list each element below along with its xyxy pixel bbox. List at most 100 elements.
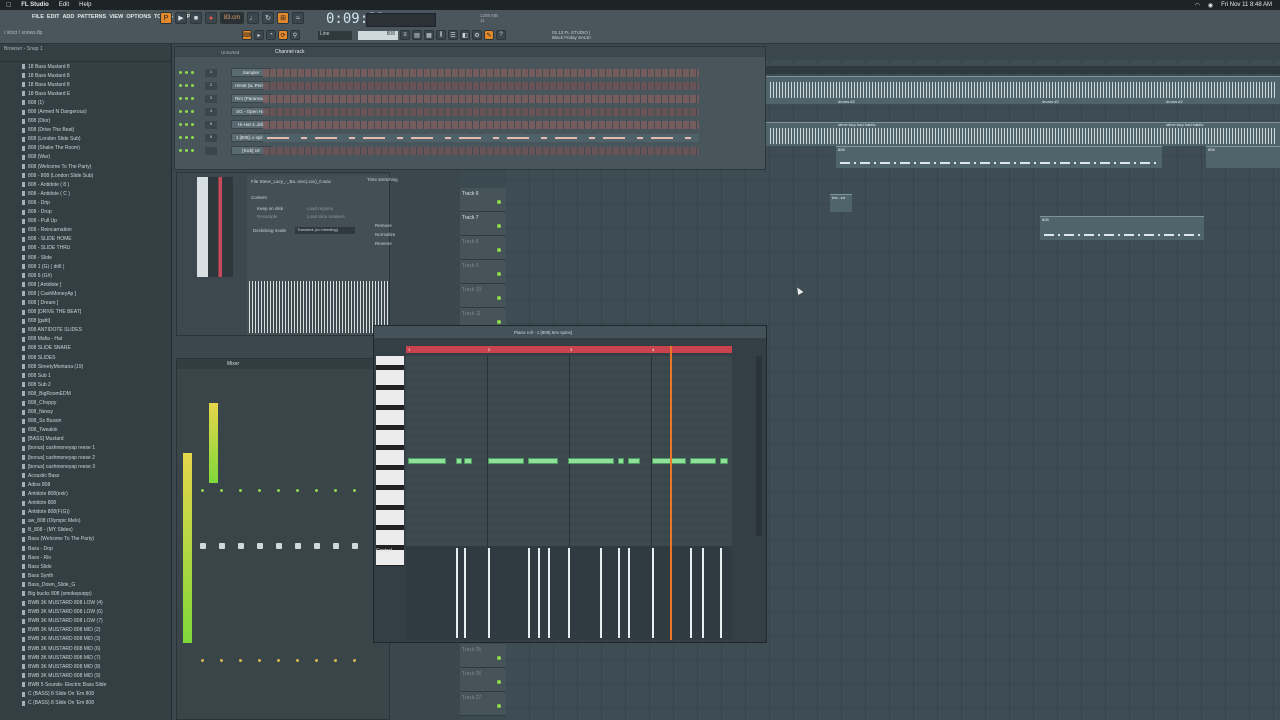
pattern-song-toggle[interactable]: P: [160, 12, 172, 24]
sampler-option-reverse[interactable]: Reverse: [375, 241, 392, 246]
browser-item[interactable]: 808 - SLIDE HOME: [22, 235, 171, 244]
browser-item[interactable]: [bonus] cashmoneyap reese 1: [22, 444, 171, 453]
mixer-track-led[interactable]: [353, 489, 356, 492]
browser-item[interactable]: 808_Tweakin: [22, 426, 171, 435]
piano-roll-note[interactable]: [528, 458, 558, 464]
mixer-fader[interactable]: [219, 543, 225, 549]
mixer-icon[interactable]: ⫼: [436, 30, 446, 40]
browser-item[interactable]: 808_Choppy: [22, 398, 171, 407]
channel-mixer-track[interactable]: 2: [205, 81, 217, 90]
track-label-7[interactable]: Track 7: [460, 212, 506, 236]
mixer-send-led[interactable]: [220, 659, 223, 662]
browser-item[interactable]: 808 6 (G#): [22, 271, 171, 280]
playlist-ruler[interactable]: [766, 66, 1280, 74]
velocity-bar[interactable]: [702, 548, 704, 638]
channel-rack-titlebar[interactable]: Unsorted Channel rack: [175, 47, 765, 57]
browser-item[interactable]: BWB 3K MUSTARD 808 MID (7): [22, 653, 171, 662]
browser-item[interactable]: 808 (Welcome To The Party): [22, 162, 171, 171]
browser-item[interactable]: 808 - 808 (London Slide Sub): [22, 171, 171, 180]
browser-item[interactable]: aw_808 (Olympic Melo): [22, 517, 171, 526]
channel-rack-icon[interactable]: ▦: [424, 30, 434, 40]
mixer-send-led[interactable]: [239, 659, 242, 662]
browser-item[interactable]: Bass - Rio: [22, 553, 171, 562]
declicking-select[interactable]: Transient (no bleeding): [295, 227, 355, 234]
browser-item[interactable]: Acoustic Bass: [22, 471, 171, 480]
browser-item[interactable]: 808 (Armed N Dangerous): [22, 107, 171, 116]
pattern-selector[interactable]: 808: [358, 31, 398, 40]
browser-item[interactable]: 808_Nessy: [22, 408, 171, 417]
browser-item[interactable]: BWB 3K MUSTARD 808 MID (2): [22, 626, 171, 635]
clip-808[interactable]: [836, 146, 1162, 168]
channel-filter[interactable]: Unsorted: [221, 50, 239, 55]
browser-item[interactable]: 808 (1): [22, 98, 171, 107]
multilink-icon[interactable]: ⚲: [290, 30, 300, 40]
channel-steps[interactable]: [263, 82, 699, 90]
piano-roll-icon[interactable]: ▤: [412, 30, 422, 40]
browser-item[interactable]: Antidote 808(F(G)): [22, 508, 171, 517]
piano-roll-note[interactable]: [456, 458, 462, 464]
browser-item[interactable]: 808 (Drive The Beat): [22, 126, 171, 135]
channel-row[interactable]: 91 [808]..v spins: [179, 132, 271, 143]
loop-icon[interactable]: ↻: [262, 12, 274, 24]
mixer-fader[interactable]: [352, 543, 358, 549]
mixer-track-led[interactable]: [315, 489, 318, 492]
channel-mixer-track[interactable]: 3: [205, 94, 217, 103]
track-led[interactable]: [497, 680, 501, 684]
browser-item[interactable]: 18 Bass Mustard 8: [22, 62, 171, 71]
playlist-icon[interactable]: ≡: [400, 30, 410, 40]
velocity-bar[interactable]: [548, 548, 550, 638]
browser-item[interactable]: C (BASS) 8 Slide On 'Em 808: [22, 689, 171, 698]
browser-item[interactable]: 808_BigRoomEDM: [22, 389, 171, 398]
track-label-27[interactable]: Track 27: [460, 692, 506, 716]
mixer-track-led[interactable]: [239, 489, 242, 492]
browser-item[interactable]: 808 - Pull Up: [22, 217, 171, 226]
velocity-bar[interactable]: [652, 548, 654, 638]
track-led[interactable]: [497, 704, 501, 708]
piano-roll-note[interactable]: [628, 458, 640, 464]
channel-mixer-track[interactable]: [205, 146, 217, 155]
channel-steps[interactable]: [263, 69, 699, 77]
channel-leds[interactable]: [179, 110, 203, 113]
browser-item[interactable]: Big bucks 808 (smokepurpp): [22, 589, 171, 598]
mixer-fader[interactable]: [295, 543, 301, 549]
browser-item[interactable]: BWB 3K MUSTARD 808 MID (6): [22, 644, 171, 653]
play-icon[interactable]: ▶: [175, 12, 187, 24]
browser-item[interactable]: Bass_Down_Slide_G: [22, 580, 171, 589]
mixer-track-led[interactable]: [220, 489, 223, 492]
velocity-bar[interactable]: [568, 548, 570, 638]
browser-item[interactable]: C (BASS) 8 Slide On 'Em 808: [22, 699, 171, 708]
piano-roll-note[interactable]: [464, 458, 472, 464]
browser-item[interactable]: Bass Synth: [22, 571, 171, 580]
velocity-lane[interactable]: [406, 546, 732, 640]
snap-selector[interactable]: Line: [318, 31, 352, 40]
browser-item[interactable]: 808 - Antidote ( 8 ): [22, 180, 171, 189]
browser-item[interactable]: 808 (London Slide Sub): [22, 135, 171, 144]
browser-item[interactable]: Antidote 808: [22, 499, 171, 508]
track-label-10[interactable]: Track 10: [460, 284, 506, 308]
velocity-bar[interactable]: [488, 548, 490, 638]
browser-item[interactable]: BWB 3K MUSTARD 808 LOW (4): [22, 599, 171, 608]
browser-item[interactable]: 808 Mafia - Hat: [22, 335, 171, 344]
metronome-icon[interactable]: ♩: [247, 12, 259, 24]
browser-item[interactable]: 808 - Antidote ( C ): [22, 189, 171, 198]
browser-item[interactable]: 18 Bass Mustard 8: [22, 71, 171, 80]
sampler-file[interactable]: File Steve_Lacy_-_Ba..msc(.xxx)_0.wav: [251, 179, 331, 184]
news-panel[interactable]: 02.13 FL STUDIO | Black Friday SALE!: [552, 30, 591, 40]
velocity-bar[interactable]: [720, 548, 722, 638]
browser-item[interactable]: 808 - Drop: [22, 208, 171, 217]
channel-leds[interactable]: [179, 123, 203, 126]
browser-item[interactable]: 808 1 (G) ( drill ): [22, 262, 171, 271]
browser-item[interactable]: 18 Bass Mustard E: [22, 89, 171, 98]
browser-item[interactable]: 808 - Slide: [22, 253, 171, 262]
browser-item[interactable]: 808 SLIDES: [22, 353, 171, 362]
browser-item[interactable]: 808 ANTIDOTE SLIDES: [22, 326, 171, 335]
channel-mixer-track[interactable]: 5: [205, 120, 217, 129]
piano-roll-ruler[interactable]: 1 2 3 4: [406, 346, 732, 353]
track-label-6[interactable]: Track 6: [460, 188, 506, 212]
channel-leds[interactable]: [179, 97, 203, 100]
browser-item[interactable]: BWB 5 Sounds- Electric Bass Slide: [22, 680, 171, 689]
track-label-9[interactable]: Track 9: [460, 260, 506, 284]
mixer-send-led[interactable]: [258, 659, 261, 662]
velocity-bar[interactable]: [618, 548, 620, 638]
channel-row[interactable]: 4 SG - Open Hat: [179, 106, 271, 117]
